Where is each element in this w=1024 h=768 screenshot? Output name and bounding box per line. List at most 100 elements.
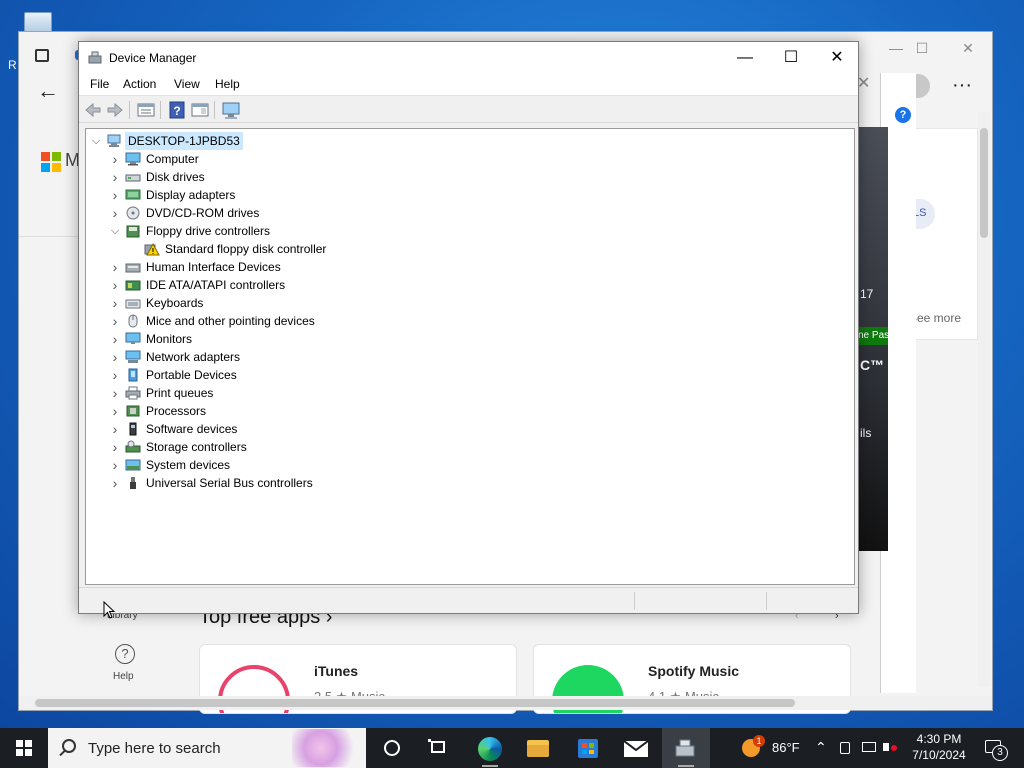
forward-icon[interactable] — [105, 100, 125, 120]
promo-banner[interactable]: 17 ne Pas C™ ils — [858, 127, 888, 551]
expand-chevron-icon[interactable]: › — [109, 150, 121, 168]
file-explorer-icon[interactable] — [514, 728, 562, 768]
menu-file[interactable]: File — [90, 77, 109, 91]
tree-category[interactable]: › Portable Devices — [109, 366, 850, 384]
store-minimize-button[interactable]: — — [883, 38, 909, 58]
menubar: File Action View Help — [79, 74, 858, 96]
software-device-icon — [125, 422, 141, 436]
game-pass-badge: ne Pas — [858, 327, 888, 345]
mail-icon[interactable] — [612, 728, 660, 768]
store-maximize-button[interactable]: ☐ — [909, 38, 935, 58]
cortana-icon[interactable] — [368, 728, 416, 768]
hid-icon — [125, 260, 141, 274]
tree-category[interactable]: › Monitors — [109, 330, 850, 348]
ide-controller-icon — [125, 278, 141, 292]
expand-chevron-icon[interactable]: › — [109, 294, 121, 312]
menu-action[interactable]: Action — [123, 77, 156, 91]
tree-category[interactable]: › Disk drives — [109, 168, 850, 186]
recycle-bin-label: R — [8, 58, 17, 72]
vertical-scrollbar[interactable] — [978, 112, 990, 687]
minimize-button[interactable]: — — [722, 42, 768, 74]
help-circle-icon[interactable]: ? — [115, 644, 135, 664]
tree-category[interactable]: › Network adapters — [109, 348, 850, 366]
tree-category[interactable]: › Storage controllers — [109, 438, 850, 456]
expand-chevron-icon[interactable]: › — [109, 402, 121, 420]
windows-logo-icon — [16, 740, 32, 756]
maximize-button[interactable]: ☐ — [768, 42, 814, 74]
popup-close-icon[interactable]: ✕ — [857, 73, 870, 93]
taskbar-search[interactable]: Type here to search — [48, 728, 366, 768]
search-icon — [62, 739, 76, 753]
expand-chevron-icon[interactable]: › — [109, 384, 121, 402]
expand-chevron-icon[interactable]: › — [109, 168, 121, 186]
tree-item-label: Disk drives — [146, 170, 205, 184]
back-arrow-icon[interactable]: ← — [37, 78, 59, 104]
network-icon[interactable] — [860, 728, 878, 768]
expand-chevron-icon[interactable]: › — [109, 276, 121, 294]
tree-category[interactable]: › Processors — [109, 402, 850, 420]
expand-chevron-icon[interactable]: › — [109, 456, 121, 474]
task-view-icon[interactable] — [416, 728, 464, 768]
computer-icon — [125, 152, 141, 166]
back-icon[interactable] — [83, 100, 103, 120]
start-button[interactable] — [0, 728, 48, 768]
device-manager-taskbar-icon[interactable] — [662, 728, 710, 768]
notification-center-icon[interactable]: 3 — [980, 728, 1020, 768]
tree-item-label: Floppy drive controllers — [146, 224, 271, 238]
tree-device[interactable]: Standard floppy disk controller — [128, 240, 850, 258]
more-options-icon[interactable]: ··· — [952, 74, 972, 97]
edge-icon[interactable] — [466, 728, 514, 768]
tree-category[interactable]: › System devices — [109, 456, 850, 474]
notification-count-badge: 3 — [992, 745, 1008, 761]
expand-chevron-icon[interactable]: › — [109, 420, 121, 438]
tree-category[interactable]: › DVD/CD-ROM drives — [109, 204, 850, 222]
help-icon[interactable]: ? — [167, 100, 187, 120]
see-more-link[interactable]: See more — [909, 311, 961, 325]
expand-chevron-icon[interactable]: › — [109, 474, 121, 492]
toolbar-separator — [129, 101, 130, 119]
tree-category[interactable]: ⌵ Floppy drive controllers — [109, 222, 850, 240]
tree-category[interactable]: › IDE ATA/ATAPI controllers — [109, 276, 850, 294]
expand-chevron-icon[interactable]: › — [109, 204, 121, 222]
tree-category[interactable]: › Universal Serial Bus controllers — [109, 474, 850, 492]
help-nav-label[interactable]: Help — [113, 671, 134, 682]
tree-item-label: Portable Devices — [146, 368, 237, 382]
question-help-icon[interactable]: ? — [895, 107, 911, 123]
close-button[interactable]: ✕ — [814, 42, 860, 74]
collapse-chevron-icon[interactable]: ⌵ — [109, 222, 121, 240]
meet-now-icon[interactable] — [838, 728, 854, 768]
tree-category[interactable]: › Software devices — [109, 420, 850, 438]
show-hidden-icons-chevron-icon[interactable]: ⌃ — [815, 739, 827, 756]
toolbar-separator — [160, 101, 161, 119]
properties-icon[interactable] — [136, 100, 156, 120]
expand-chevron-icon[interactable]: › — [109, 438, 121, 456]
weather-widget[interactable]: 1 86°F — [738, 728, 810, 768]
device-tree[interactable]: ⌵ DESKTOP-1JPBD53 › Computer › Disk drives › Di… — [85, 128, 855, 585]
expand-chevron-icon[interactable]: › — [109, 258, 121, 276]
system-clock[interactable]: 4:30 PM 7/10/2024 — [898, 731, 980, 763]
store-close-button[interactable]: ✕ — [955, 38, 981, 58]
disk-drive-icon — [125, 170, 141, 184]
weather-alert-badge: 1 — [753, 735, 765, 747]
expand-chevron-icon[interactable]: › — [109, 186, 121, 204]
tree-category[interactable]: › Mice and other pointing devices — [109, 312, 850, 330]
scan-hardware-icon[interactable] — [221, 100, 241, 120]
tree-category[interactable]: › Keyboards — [109, 294, 850, 312]
microsoft-store-icon[interactable] — [564, 728, 612, 768]
horizontal-scrollbar[interactable] — [19, 696, 992, 710]
tree-root[interactable]: ⌵ DESKTOP-1JPBD53 — [90, 132, 850, 150]
collapse-chevron-icon[interactable]: ⌵ — [90, 132, 102, 150]
expand-chevron-icon[interactable]: › — [109, 312, 121, 330]
menu-help[interactable]: Help — [215, 77, 240, 91]
taskbar: Type here to search 1 86°F ⌃ 4:30 PM 7/1… — [0, 728, 1024, 768]
expand-chevron-icon[interactable]: › — [109, 348, 121, 366]
window-title: Device Manager — [109, 51, 197, 65]
tree-category[interactable]: › Print queues — [109, 384, 850, 402]
expand-chevron-icon[interactable]: › — [109, 366, 121, 384]
tree-category[interactable]: › Human Interface Devices — [109, 258, 850, 276]
tree-category[interactable]: › Computer — [109, 150, 850, 168]
expand-chevron-icon[interactable]: › — [109, 330, 121, 348]
menu-view[interactable]: View — [174, 77, 200, 91]
tree-category[interactable]: › Display adapters — [109, 186, 850, 204]
action-pane-icon[interactable] — [190, 100, 210, 120]
